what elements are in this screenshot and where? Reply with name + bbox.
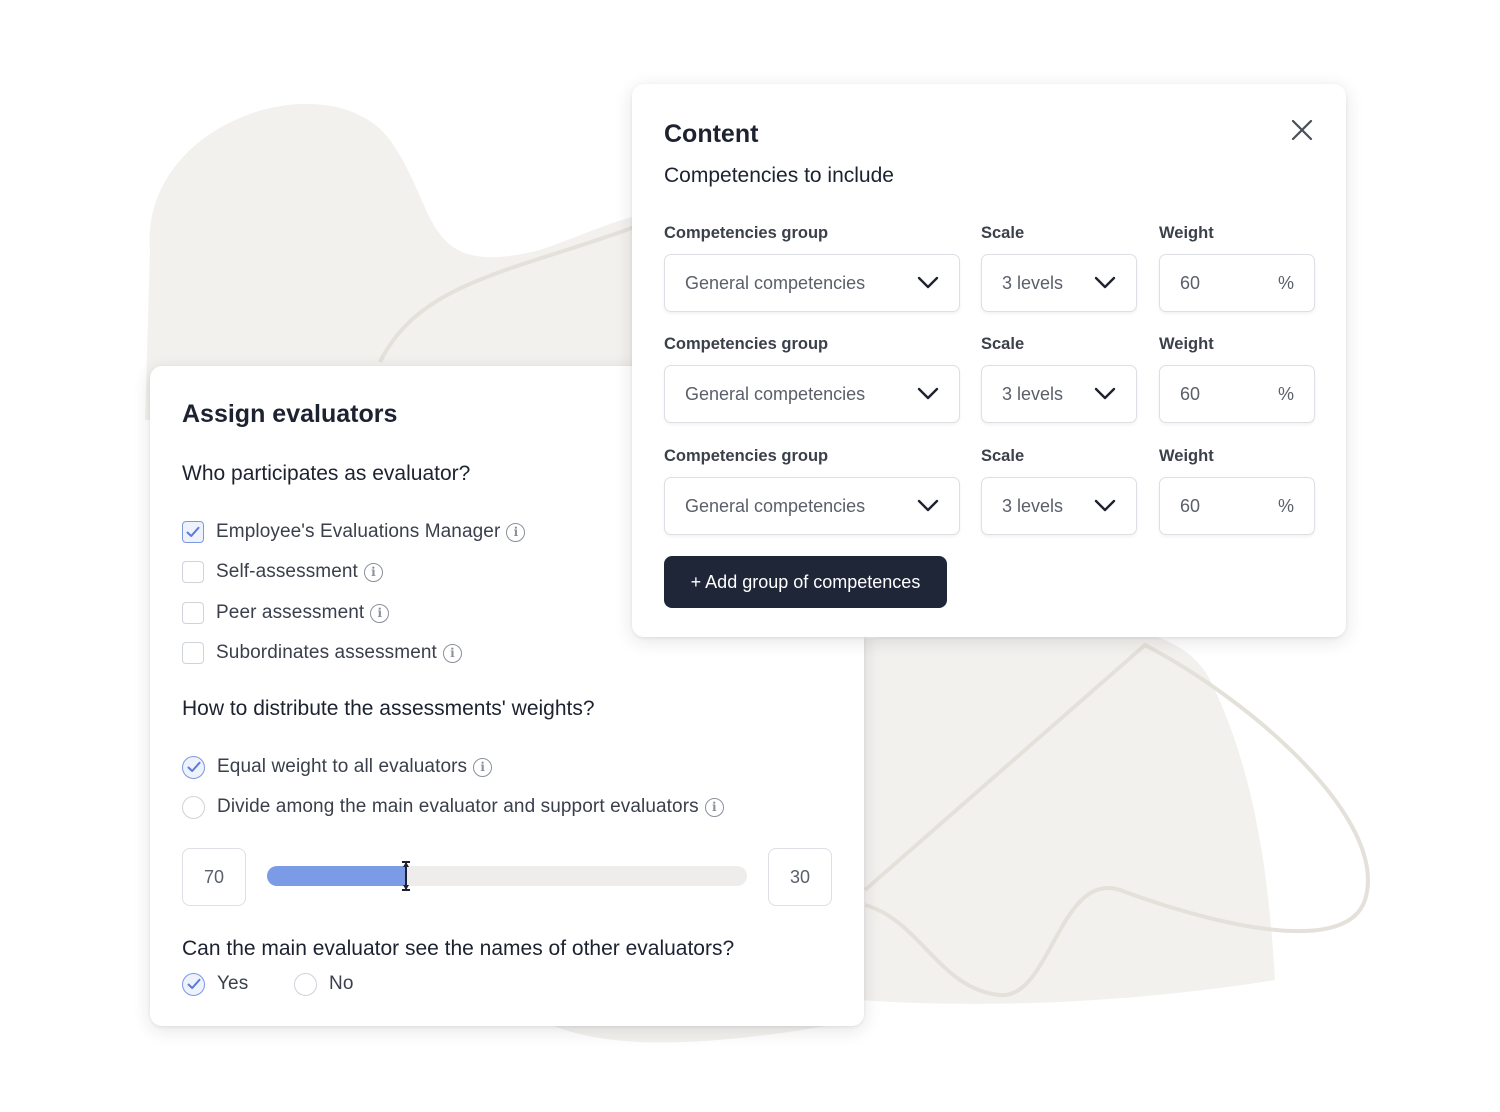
no-radio[interactable] [294,972,317,996]
info-icon[interactable]: i [506,522,526,542]
manager-label: Employee's Evaluations Manager [216,521,501,542]
peer-assessment-label: Peer assessment [216,602,365,623]
names-visibility-question: Can the main evaluator see the names of … [182,937,735,960]
names-option-yes[interactable]: Yes [182,971,248,997]
chevron-down-icon [1094,499,1116,512]
check-icon [186,526,200,537]
chevron-down-icon [917,276,939,289]
weight-option-equal[interactable]: Equal weight to all evaluators i [182,754,493,780]
scale-label: Scale [981,335,1025,353]
participant-option-peer[interactable]: Peer assessment i [182,600,390,626]
chevron-down-icon [917,387,939,400]
divide-weight-label: Divide among the main evaluator and supp… [217,796,699,817]
self-assessment-checkbox[interactable] [182,561,204,583]
names-option-no[interactable]: No [294,971,354,997]
info-icon[interactable]: i [704,797,724,817]
subordinates-assessment-checkbox[interactable] [182,642,204,664]
equal-weight-radio[interactable] [182,755,205,779]
competencies-group-select[interactable]: General competencies [664,365,960,423]
weight-input[interactable]: 60 % [1159,254,1315,312]
competencies-group-value: General competencies [685,272,866,293]
add-competence-group-button[interactable]: + Add group of competences [664,556,947,608]
self-assessment-label: Self-assessment [216,561,358,582]
info-icon[interactable]: i [370,603,390,623]
subordinates-assessment-label: Subordinates assessment [216,642,437,663]
weight-value: 60 [1180,495,1201,516]
scale-value: 3 levels [1002,383,1064,404]
weight-label: Weight [1159,335,1214,353]
scale-label: Scale [981,447,1025,465]
percent-unit: % [1277,272,1294,293]
participant-option-self[interactable]: Self-assessment i [182,559,383,585]
assign-evaluators-title: Assign evaluators [182,400,398,428]
check-icon [187,978,200,989]
participant-option-subordinates[interactable]: Subordinates assessment i [182,640,462,666]
info-icon[interactable]: i [363,562,383,582]
weight-slider-handle[interactable] [401,860,411,892]
chevron-down-icon [1094,387,1116,400]
participant-option-manager[interactable]: Employee's Evaluations Manager i [182,519,526,545]
weight-input[interactable]: 60 % [1159,365,1315,423]
info-icon[interactable]: i [442,643,462,663]
content-panel: Content Competencies to include Competen… [632,84,1346,637]
weight-slider-fill [267,866,407,886]
manager-checkbox[interactable] [182,521,204,543]
scale-value: 3 levels [1002,495,1064,516]
weight-value: 60 [1180,383,1201,404]
competencies-group-select[interactable]: General competencies [664,254,960,312]
weight-label: Weight [1159,224,1214,242]
weight-input[interactable]: 60 % [1159,477,1315,535]
weights-question: How to distribute the assessments' weigh… [182,697,595,720]
scale-select[interactable]: 3 levels [981,477,1137,535]
info-icon[interactable]: i [473,757,493,777]
no-label: No [329,973,354,994]
divide-weight-radio[interactable] [182,795,205,819]
scale-select[interactable]: 3 levels [981,254,1137,312]
chevron-down-icon [1094,276,1116,289]
competencies-group-value: General competencies [685,383,866,404]
scale-label: Scale [981,224,1025,242]
weight-slider[interactable] [267,861,747,891]
check-icon [187,761,200,772]
competencies-group-label: Competencies group [664,335,829,353]
competencies-group-value: General competencies [685,495,866,516]
main-evaluator-weight-input[interactable]: 70 [182,848,246,906]
participants-question: Who participates as evaluator? [182,462,471,485]
weight-value: 60 [1180,272,1201,293]
competencies-group-label: Competencies group [664,224,829,242]
yes-label: Yes [217,973,249,994]
weight-label: Weight [1159,447,1214,465]
support-evaluators-weight-input[interactable]: 30 [768,848,832,906]
percent-unit: % [1277,495,1294,516]
yes-radio[interactable] [182,972,205,996]
weight-option-divide[interactable]: Divide among the main evaluator and supp… [182,794,724,820]
competencies-group-label: Competencies group [664,447,829,465]
chevron-down-icon [917,499,939,512]
scale-value: 3 levels [1002,272,1064,293]
content-title: Content [664,120,759,148]
close-icon[interactable] [1288,116,1316,144]
peer-assessment-checkbox[interactable] [182,602,204,624]
percent-unit: % [1277,383,1294,404]
content-subtitle: Competencies to include [664,164,894,187]
competencies-group-select[interactable]: General competencies [664,477,960,535]
equal-weight-label: Equal weight to all evaluators [217,756,468,777]
scale-select[interactable]: 3 levels [981,365,1137,423]
